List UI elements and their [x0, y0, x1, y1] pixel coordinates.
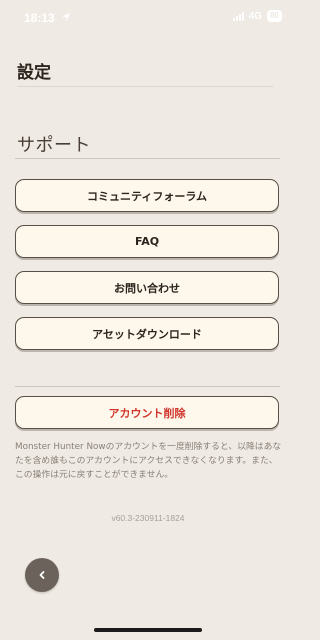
- location-arrow-icon: [62, 13, 70, 21]
- network-type: 4G: [248, 10, 263, 22]
- support-section-title: サポート: [17, 135, 91, 156]
- asset-download-button[interactable]: アセットダウンロード: [15, 317, 279, 350]
- delete-divider: [15, 386, 280, 387]
- chevron-left-icon: [39, 571, 45, 579]
- status-time: 18:13: [24, 11, 55, 25]
- community-forum-button[interactable]: コミュニティフォーラム: [15, 179, 279, 212]
- delete-account-button[interactable]: アカウント削除: [15, 396, 279, 429]
- back-button[interactable]: [25, 558, 59, 592]
- contact-button[interactable]: お問い合わせ: [15, 271, 279, 304]
- title-divider: [17, 86, 273, 87]
- signal-icon: [232, 11, 244, 21]
- battery-icon: 80: [267, 10, 282, 22]
- faq-button[interactable]: FAQ: [15, 225, 279, 258]
- home-indicator: [94, 628, 202, 632]
- status-bar: 18:13 4G 80: [0, 0, 296, 34]
- status-right: 4G 80: [232, 10, 282, 22]
- section-divider: [15, 158, 280, 159]
- delete-account-notice: Monster Hunter Nowのアカウントを一度削除すると、以降はあなたを…: [15, 442, 282, 480]
- page-title: 設定: [17, 63, 51, 83]
- version-label: v60.3-230911-1824: [111, 513, 185, 523]
